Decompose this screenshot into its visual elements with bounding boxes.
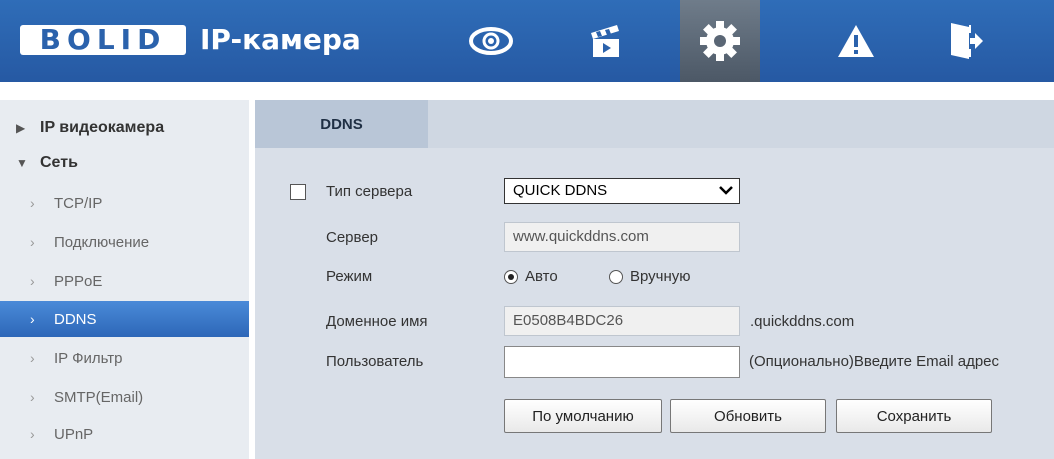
sidebar-item-label: UPnP (54, 425, 94, 443)
settings-gear-icon[interactable] (680, 0, 760, 82)
sidebar-item-tcpip[interactable]: › TCP/IP (0, 185, 249, 221)
chevron-right-icon: › (30, 311, 35, 327)
top-header: BOLID IP-камера (0, 0, 1054, 82)
chevron-down-icon (719, 179, 733, 210)
logo-text: BOLID (39, 23, 167, 56)
bolid-logo: BOLID (20, 25, 186, 55)
mode-auto-label: Авто (525, 268, 558, 285)
server-label: Сервер (326, 229, 379, 246)
domain-suffix: .quickddns.com (750, 313, 855, 330)
save-button[interactable]: Сохранить (836, 399, 992, 433)
sidebar-item-label: DDNS (54, 310, 97, 328)
chevron-right-icon: › (30, 426, 35, 442)
user-hint: (Опционально)Введите Email адрес (749, 353, 1000, 370)
sidebar-item-label: PPPoE (54, 272, 103, 290)
sidebar-item-network[interactable]: ▼ Сеть (0, 145, 249, 181)
server-type-checkbox[interactable] (290, 184, 306, 200)
default-button[interactable]: По умолчанию (504, 399, 662, 433)
tab-ddns[interactable]: DDNS (255, 100, 428, 148)
chevron-right-icon: › (30, 234, 35, 250)
triangle-right-icon: ▶ (16, 121, 26, 135)
domain-field: E0508B4BDC26 (504, 306, 740, 336)
server-field: www.quickddns.com (504, 222, 740, 252)
chevron-right-icon: › (30, 195, 35, 211)
refresh-button[interactable]: Обновить (670, 399, 826, 433)
playback-clapper-icon[interactable] (567, 0, 643, 82)
mode-manual-radio[interactable] (609, 270, 623, 284)
logout-door-icon[interactable] (928, 0, 1004, 82)
sidebar-item-label: IP Фильтр (54, 349, 123, 367)
server-type-label: Тип сервера (326, 183, 413, 200)
settings-sidebar: ▶ IP видеокамера ▼ Сеть › TCP/IP › Подкл… (0, 100, 249, 459)
sidebar-item-ip-camera[interactable]: ▶ IP видеокамера (0, 110, 249, 146)
chevron-right-icon: › (30, 350, 35, 366)
alarm-warning-icon[interactable] (818, 0, 894, 82)
sidebar-item-ddns[interactable]: › DDNS (0, 301, 249, 337)
sidebar-item-label: Подключение (54, 233, 150, 251)
chevron-right-icon: › (30, 273, 35, 289)
logo: BOLID IP-камера (20, 22, 361, 58)
sidebar-item-label: TCP/IP (54, 194, 103, 212)
sidebar-item-label: Сеть (40, 154, 78, 171)
sidebar-item-pppoe[interactable]: › PPPoE (0, 263, 249, 299)
user-label: Пользователь (326, 353, 424, 370)
user-email-input[interactable] (504, 346, 740, 378)
mode-auto-radio[interactable] (504, 270, 518, 284)
sidebar-item-upnp[interactable]: › UPnP (0, 416, 249, 452)
server-type-value: QUICK DDNS (513, 182, 608, 199)
mode-manual-label: Вручную (630, 268, 691, 285)
chevron-right-icon: › (30, 389, 35, 405)
domain-label: Доменное имя (326, 313, 428, 330)
sidebar-item-smtp[interactable]: › SMTP(Email) (0, 379, 249, 415)
sidebar-item-label: IP видеокамера (40, 119, 165, 136)
tab-bar: DDNS (255, 100, 1054, 148)
sidebar-item-connection[interactable]: › Подключение (0, 224, 249, 260)
sidebar-item-label: SMTP(Email) (54, 388, 144, 406)
app-title: IP-камера (200, 23, 361, 56)
triangle-down-icon: ▼ (16, 156, 28, 170)
sidebar-item-ip-filter[interactable]: › IP Фильтр (0, 340, 249, 376)
live-view-eye-icon[interactable] (453, 0, 529, 82)
mode-label: Режим (326, 268, 373, 285)
server-type-select[interactable]: QUICK DDNS (504, 178, 740, 204)
